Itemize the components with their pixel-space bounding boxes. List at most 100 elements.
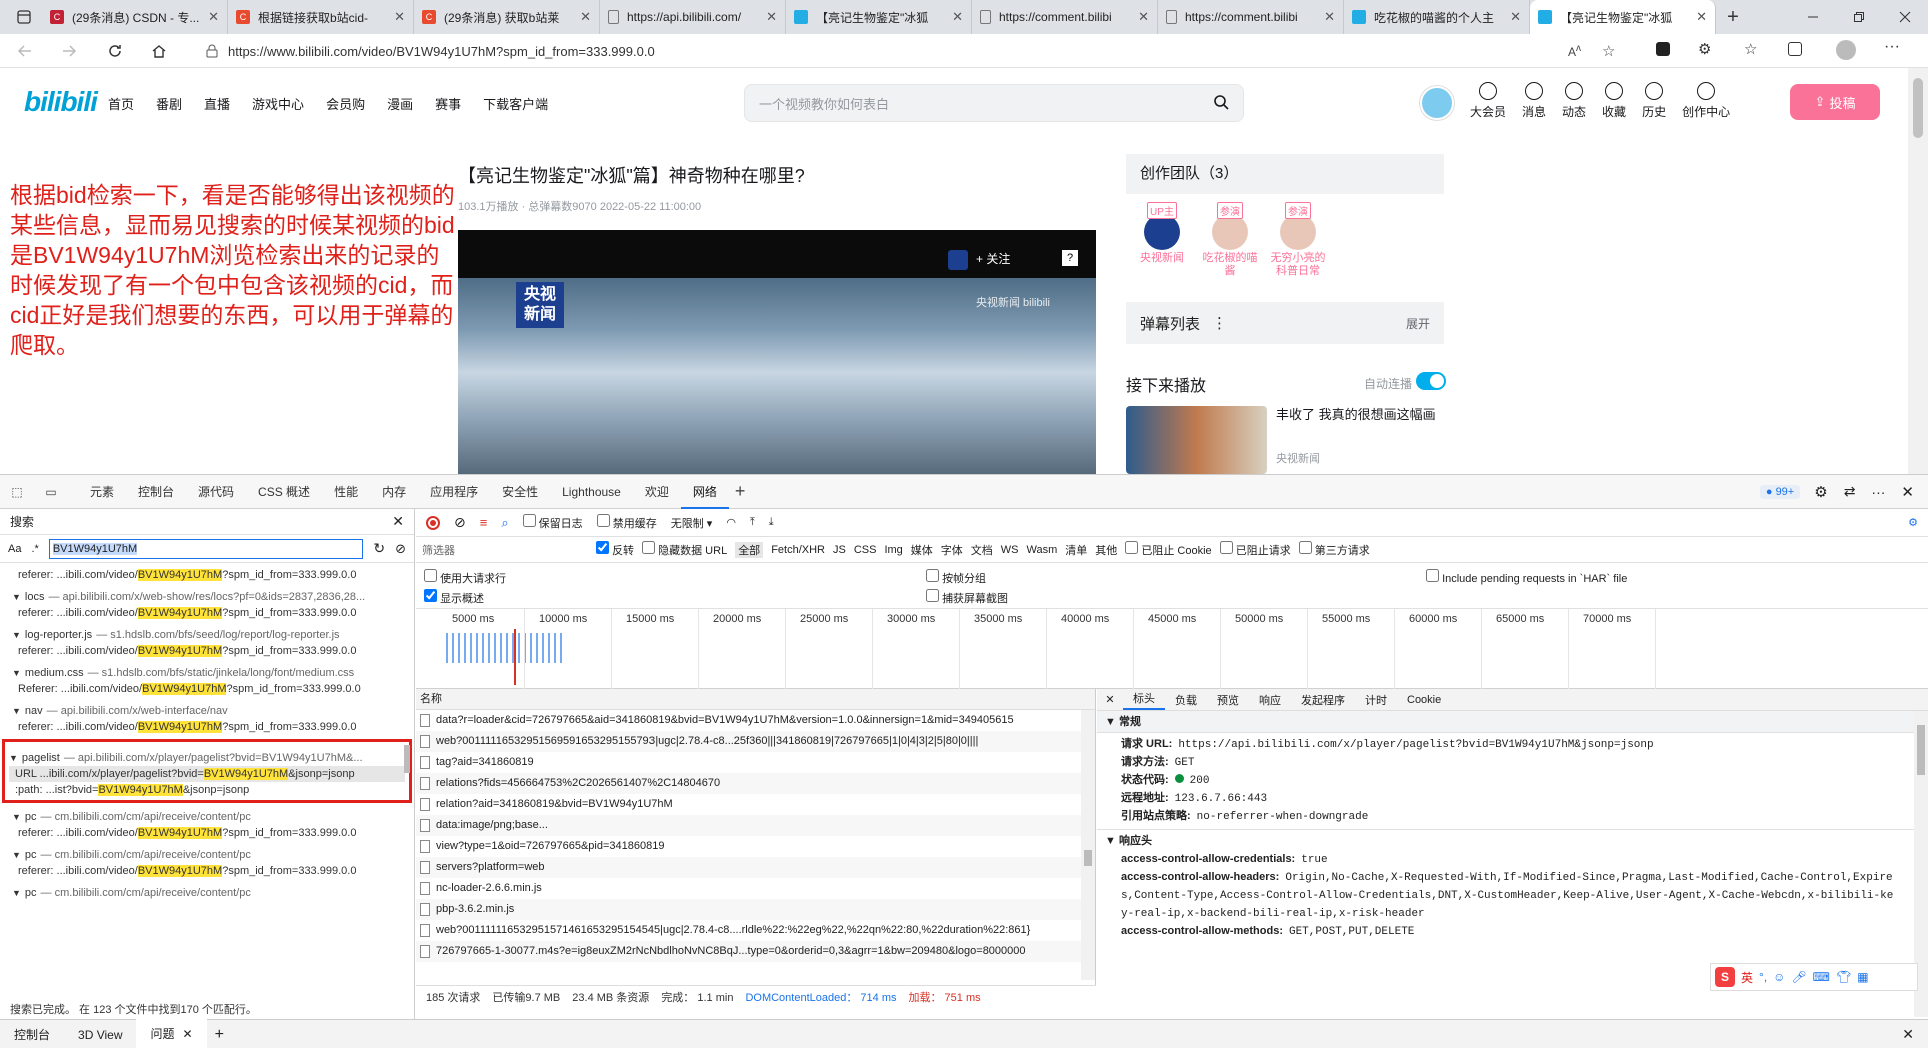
detail-tab[interactable]: 预览: [1207, 692, 1249, 708]
devtools-close-icon[interactable]: ✕: [1901, 483, 1914, 501]
devtools-tab[interactable]: 元素: [78, 475, 126, 509]
nav-item[interactable]: 首页: [108, 94, 134, 113]
request-row[interactable]: view?type=1&oid=726797665&pid=341860819: [416, 836, 1095, 857]
disable-cache-checkbox[interactable]: 禁用缓存: [596, 514, 657, 531]
result-group[interactable]: ▼ pc — cm.bilibili.com/cm/api/receive/cont…: [12, 885, 408, 901]
danmu-bar[interactable]: 弹幕列表 ⋮ 展开: [1126, 302, 1444, 344]
filter-option[interactable]: Wasm: [1027, 544, 1058, 556]
close-window-button[interactable]: [1882, 0, 1928, 34]
site-search[interactable]: 一个视频教你如何表白: [744, 84, 1244, 122]
result-match[interactable]: referer: ...ibili.com/video/BV1W94y1U7hM…: [12, 643, 408, 659]
ime-tools-icon[interactable]: ▦: [1857, 970, 1868, 984]
big-rows-checkbox[interactable]: 使用大请求行: [424, 569, 506, 586]
nav-message[interactable]: 消息: [1522, 82, 1546, 120]
detail-tab[interactable]: 响应: [1249, 692, 1291, 708]
request-row[interactable]: servers?platform=web: [416, 857, 1095, 878]
new-tab-button[interactable]: +: [1716, 0, 1750, 34]
clear-search-icon[interactable]: ⊘: [395, 541, 406, 557]
team-member[interactable]: 参演 无穷小亮的科普日常: [1268, 202, 1328, 278]
filter-input[interactable]: 筛选器: [422, 542, 588, 558]
drawer-add-icon[interactable]: +: [215, 1026, 224, 1044]
nav-vip[interactable]: 大会员: [1470, 82, 1506, 120]
devtools-tab[interactable]: 控制台: [126, 475, 186, 509]
filter-option[interactable]: Fetch/XHR: [771, 544, 825, 556]
filter-icon[interactable]: ≡: [480, 515, 488, 530]
more-icon[interactable]: ···: [1884, 38, 1900, 56]
drawer-close-icon[interactable]: ✕: [1902, 1026, 1914, 1043]
preserve-log-checkbox[interactable]: 保留日志: [522, 514, 583, 531]
browser-tab[interactable]: C (29条消息) CSDN - 专... ✕: [42, 0, 228, 34]
result-group[interactable]: ▼ pagelist — api.bilibili.com/x/player/pag…: [9, 750, 405, 766]
request-row[interactable]: data:image/png;base...: [416, 815, 1095, 836]
filter-option[interactable]: 媒体: [911, 542, 933, 558]
favorite-star-icon[interactable]: ☆: [1602, 42, 1615, 60]
result-group[interactable]: ▼ log-reporter.js — s1.hdslb.com/bfs/seed/…: [12, 627, 408, 643]
add-panel-icon[interactable]: +: [735, 481, 746, 502]
request-row[interactable]: web?0011111653295156959165329515579З|ugc…: [416, 731, 1095, 752]
issues-badge[interactable]: ● 99+: [1759, 484, 1801, 499]
next-video-title[interactable]: 丰收了 我真的很想画这幅画: [1276, 406, 1446, 424]
filter-option[interactable]: 文档: [971, 542, 993, 558]
browser-tab[interactable]: https://api.bilibili.com/ ✕: [600, 0, 786, 34]
filter-option[interactable]: 清单: [1065, 542, 1087, 558]
ime-skin-icon[interactable]: 👕︎: [1836, 970, 1851, 984]
result-match[interactable]: referer: ...ibili.com/video/BV1W94y1U7hM…: [12, 605, 408, 621]
request-list-scrollbar[interactable]: [1081, 710, 1095, 980]
search-icon[interactable]: [1213, 94, 1229, 113]
result-group[interactable]: ▼ pc — cm.bilibili.com/cm/api/receive/cont…: [12, 809, 408, 825]
danmu-more-icon[interactable]: ⋮: [1212, 314, 1227, 332]
record-icon[interactable]: [426, 515, 440, 530]
throttle-select[interactable]: 无限制 ▾: [671, 515, 713, 531]
request-row[interactable]: 726797665-1-30077.m4s?e=ig8euxZM2rNcNbdl…: [416, 941, 1095, 962]
home-icon[interactable]: [148, 40, 170, 62]
nav-item[interactable]: 会员购: [326, 94, 365, 113]
detail-tab[interactable]: 计时: [1355, 692, 1397, 708]
devtools-tab[interactable]: 安全性: [490, 475, 550, 509]
devtools-tab[interactable]: 性能: [322, 475, 370, 509]
extensions-icon[interactable]: ⚙: [1698, 40, 1711, 58]
team-member[interactable]: 参演 吃花椒的喵酱: [1200, 202, 1260, 278]
general-section-header[interactable]: ▼ 常规: [1097, 711, 1928, 733]
devtools-tab[interactable]: Lighthouse: [550, 475, 633, 509]
drawer-tab[interactable]: 问题 ✕: [136, 1018, 207, 1048]
search-results-scrollbar[interactable]: [402, 565, 412, 995]
result-group[interactable]: ▼ pc — cm.bilibili.com/cm/api/receive/cont…: [12, 847, 408, 863]
minimize-button[interactable]: [1790, 0, 1836, 34]
nav-item[interactable]: 赛事: [435, 94, 461, 113]
danmu-expand[interactable]: 展开: [1406, 315, 1430, 332]
next-video-thumb[interactable]: [1126, 406, 1267, 474]
show-overview-checkbox[interactable]: 显示概述: [424, 589, 484, 606]
filter-option[interactable]: 反转: [596, 541, 634, 558]
result-group[interactable]: ▼ medium.css — s1.hdslb.com/bfs/static/jin…: [12, 665, 408, 681]
filter-option[interactable]: 已阻止 Cookie: [1125, 541, 1212, 558]
request-row[interactable]: data?r=loader&cid=726797665&aid=34186081…: [416, 710, 1095, 731]
favorites-icon[interactable]: ☆: [1744, 40, 1757, 58]
nav-item[interactable]: 下载客户端: [483, 94, 548, 113]
filter-option[interactable]: 全部: [735, 541, 764, 558]
next-video-author[interactable]: 央视新闻: [1276, 450, 1320, 466]
upload-button[interactable]: ⇪ 投稿: [1790, 84, 1880, 120]
browser-tab[interactable]: 【亮记生物鉴定"冰狐 ✕: [786, 0, 972, 34]
drawer-tab-close-icon[interactable]: ✕: [183, 1027, 193, 1041]
browser-tab[interactable]: https://comment.bilibi ✕: [1158, 0, 1344, 34]
drawer-tab[interactable]: 控制台: [0, 1020, 64, 1048]
tab-close-icon[interactable]: ✕: [208, 9, 219, 25]
filter-option[interactable]: Img: [884, 544, 902, 556]
ime-language[interactable]: 英: [1741, 969, 1753, 986]
filter-option[interactable]: 其他: [1095, 542, 1117, 558]
filter-option[interactable]: CSS: [854, 544, 877, 556]
wallet-icon[interactable]: [1656, 42, 1670, 56]
pagelist-match[interactable]: :path: ...ist?bvid=BV1W94y1U7hM&jsonp=js…: [9, 782, 405, 798]
online-icon[interactable]: ◠: [726, 516, 736, 529]
nav-dynamic[interactable]: 动态: [1562, 82, 1586, 120]
filter-option[interactable]: WS: [1001, 544, 1019, 556]
request-row[interactable]: web?001111116532951571461653295154545|ug…: [416, 920, 1095, 941]
detail-tab[interactable]: 标头: [1123, 690, 1165, 710]
filter-option[interactable]: 已阻止请求: [1219, 541, 1291, 558]
filter-option[interactable]: JS: [833, 544, 846, 556]
collections-icon[interactable]: [1788, 42, 1802, 56]
result-match[interactable]: referer: ...ibili.com/video/BV1W94y1U7hM…: [12, 863, 408, 879]
filter-option[interactable]: 字体: [941, 542, 963, 558]
ime-voice-icon[interactable]: 🎤︎: [1791, 970, 1806, 984]
inspect-icon[interactable]: ⬚: [0, 485, 34, 499]
